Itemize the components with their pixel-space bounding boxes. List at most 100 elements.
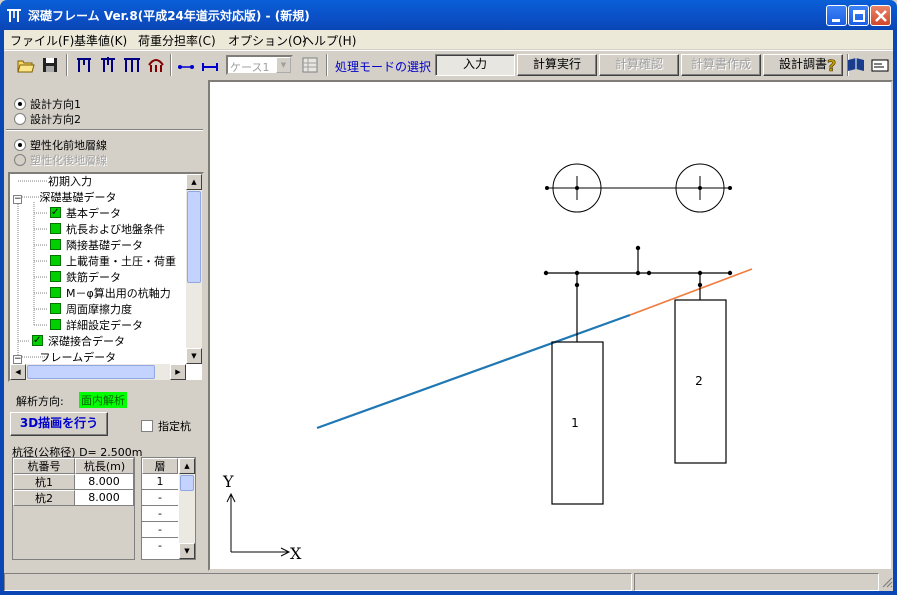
close-icon — [875, 10, 887, 22]
table-cell[interactable]: - — [142, 490, 178, 506]
scroll-thumb[interactable] — [187, 191, 201, 283]
analysis-direction-value: 面内解析 — [79, 392, 127, 408]
run-calculation-button[interactable]: 計算実行 — [517, 54, 597, 76]
maximize-icon — [853, 10, 865, 22]
input-mode-button[interactable]: 入力 — [435, 54, 515, 76]
row-header[interactable]: 杭1 — [13, 474, 75, 490]
case-table-icon[interactable] — [300, 55, 320, 75]
close-button[interactable] — [870, 5, 891, 26]
analysis-direction-label: 解析方向: — [16, 395, 64, 408]
scroll-up-icon[interactable]: ▲ — [186, 174, 202, 190]
table-cell[interactable]: - — [142, 506, 178, 522]
toolbar-separator — [170, 54, 172, 76]
save-disk-icon[interactable] — [40, 55, 60, 75]
ground-line-before — [316, 313, 631, 430]
drawing-canvas[interactable]: 1 2 Y X — [208, 80, 893, 571]
checkbox-icon[interactable] — [141, 420, 153, 432]
frame-structure — [543, 245, 733, 505]
tree-item-shinso-data[interactable]: − 深礎基礎データ — [13, 190, 116, 206]
table-cell[interactable]: 8.000 — [75, 474, 134, 490]
axis-label-y: Y — [222, 472, 234, 491]
table-cell[interactable]: 8.000 — [75, 490, 134, 506]
help-icon[interactable]: ? — [822, 55, 842, 75]
specified-pile-checkbox[interactable]: 指定杭 — [141, 418, 191, 434]
scroll-thumb[interactable] — [27, 365, 155, 379]
open-folder-icon[interactable] — [16, 55, 36, 75]
checkbox-label: 指定杭 — [158, 420, 191, 433]
resize-grip-icon[interactable] — [880, 575, 893, 588]
frame-view-1-icon[interactable] — [74, 55, 94, 75]
checkbox-icon[interactable] — [32, 333, 43, 349]
layer-table[interactable]: 層 1 - - - - ▲ ▼ — [141, 457, 196, 560]
tree-item-joint-data[interactable]: 深礎接合データ — [32, 333, 125, 350]
frame-view-2-icon[interactable] — [98, 55, 118, 75]
radio-label: 設計方向2 — [30, 113, 81, 126]
axis-indicator — [226, 492, 291, 557]
menu-file[interactable]: ファイル(F) — [10, 32, 74, 49]
radio-label: 塑性化後地層線 — [30, 154, 107, 167]
draw-3d-button[interactable]: 3D描画を行う — [10, 412, 108, 436]
tree-item-rebar-data[interactable]: 鉄筋データ — [50, 270, 121, 286]
chevron-down-icon[interactable]: ▼ — [276, 57, 291, 73]
tree-item-load-data[interactable]: 上載荷重・土圧・荷重 — [50, 254, 176, 270]
tree-item-adjacent-data[interactable]: 隣接基礎データ — [50, 238, 143, 254]
tree-item-label: 基本データ — [66, 207, 121, 220]
row-header[interactable]: 杭2 — [13, 490, 75, 506]
minimize-button[interactable] — [826, 5, 847, 26]
tree-item-label: 初期入力 — [48, 175, 92, 188]
member-2-icon[interactable] — [200, 55, 220, 75]
scroll-left-icon[interactable]: ◀ — [10, 364, 26, 380]
status-cell-main — [4, 573, 632, 591]
collapse-icon[interactable]: − — [13, 355, 22, 364]
scroll-down-icon[interactable]: ▼ — [186, 348, 202, 364]
tree-item-initial-input[interactable]: 初期入力 — [48, 174, 92, 190]
data-tree[interactable]: 初期入力 − 深礎基礎データ 基本データ 杭長および地盤条件 隣接基礎データ 上… — [8, 172, 204, 382]
maximize-button[interactable] — [848, 5, 869, 26]
menu-standard-values[interactable]: 基準値(K) — [74, 32, 127, 49]
status-square-icon — [50, 255, 61, 266]
toolbar-separator — [66, 54, 68, 76]
frame-view-3-icon[interactable] — [122, 55, 142, 75]
status-square-icon — [50, 271, 61, 282]
tree-item-label: 周面摩擦力度 — [66, 303, 132, 316]
scroll-thumb[interactable] — [180, 475, 194, 491]
tree-item-label: 上載荷重・土圧・荷重 — [66, 255, 176, 268]
check-calculation-button[interactable]: 計算確認 — [599, 54, 679, 76]
tree-item-axial-force[interactable]: M－φ算出用の杭軸力 — [50, 286, 171, 302]
direction-2-radio[interactable]: 設計方向2 — [14, 111, 81, 127]
radio-label: 塑性化前地層線 — [30, 139, 107, 152]
title-bar[interactable]: 深礎フレーム Ver.8(平成24年道示対応版) - (新規) — [0, 0, 897, 30]
member-1-icon[interactable] — [176, 55, 196, 75]
column-header: 杭番号 — [13, 458, 75, 474]
frame-view-4-icon[interactable] — [146, 55, 166, 75]
direction-1-radio[interactable]: 設計方向1 — [14, 96, 81, 112]
tree-vertical-scrollbar[interactable]: ▲ ▼ — [186, 174, 202, 364]
collapse-icon[interactable]: − — [13, 195, 22, 204]
pile-table[interactable]: 杭番号 杭長(m) 杭1 8.000 杭2 8.000 — [12, 457, 135, 560]
tree-item-detail-settings[interactable]: 詳細設定データ — [50, 318, 143, 334]
tree-item-friction[interactable]: 周面摩擦力度 — [50, 302, 132, 318]
scroll-down-icon[interactable]: ▼ — [179, 543, 195, 559]
menu-help[interactable]: ヘルプ(H) — [302, 32, 356, 49]
card-icon[interactable] — [870, 55, 890, 75]
scroll-right-icon[interactable]: ▶ — [170, 364, 186, 380]
table-cell[interactable]: - — [142, 538, 178, 554]
create-report-button[interactable]: 計算書作成 — [681, 54, 761, 76]
pile-label-1: 1 — [571, 416, 579, 430]
table-cell[interactable]: 1 — [142, 474, 178, 490]
tree-item-pile-length[interactable]: 杭長および地盤条件 — [50, 222, 165, 238]
radio-indicator — [14, 98, 26, 110]
case-select[interactable]: ケース1 ▼ — [226, 55, 293, 75]
toolbar: ケース1 ▼ 処理モードの選択 入力 計算実行 計算確認 計算書作成 設計調書 … — [4, 50, 893, 78]
tree-item-basic-data[interactable]: 基本データ — [50, 205, 121, 222]
menu-load-share[interactable]: 荷重分担率(C) — [138, 32, 216, 49]
book-icon[interactable] — [846, 55, 866, 75]
table-cell[interactable]: - — [142, 522, 178, 538]
pre-plastic-layer-radio[interactable]: 塑性化前地層線 — [14, 137, 107, 153]
mode-label: 処理モードの選択 — [335, 60, 432, 74]
checkbox-icon[interactable] — [50, 205, 61, 221]
tree-horizontal-scrollbar[interactable]: ◀ ▶ — [10, 364, 186, 380]
menu-options[interactable]: オプション(O) — [228, 32, 307, 49]
layer-vertical-scrollbar[interactable]: ▲ ▼ — [179, 458, 195, 559]
scroll-up-icon[interactable]: ▲ — [179, 458, 195, 474]
